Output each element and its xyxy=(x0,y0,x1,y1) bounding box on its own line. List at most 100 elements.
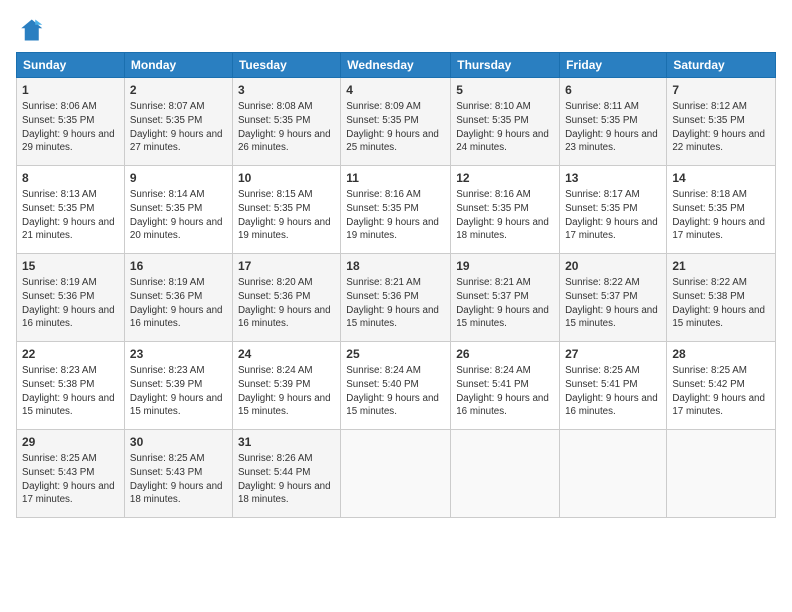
day-info: Sunrise: 8:24 AMSunset: 5:41 PMDaylight:… xyxy=(456,364,554,419)
calendar-cell: 10 Sunrise: 8:15 AMSunset: 5:35 PMDayligh… xyxy=(232,166,340,254)
logo xyxy=(16,16,48,44)
col-header-saturday: Saturday xyxy=(667,53,776,78)
day-info: Sunrise: 8:23 AMSunset: 5:38 PMDaylight:… xyxy=(22,364,119,419)
calendar-week-4: 22 Sunrise: 8:23 AMSunset: 5:38 PMDayligh… xyxy=(17,342,776,430)
day-number: 15 xyxy=(22,258,119,274)
day-number: 24 xyxy=(238,346,335,362)
calendar-cell: 26 Sunrise: 8:24 AMSunset: 5:41 PMDayligh… xyxy=(451,342,560,430)
calendar-cell xyxy=(560,430,667,518)
day-number: 26 xyxy=(456,346,554,362)
day-info: Sunrise: 8:24 AMSunset: 5:40 PMDaylight:… xyxy=(346,364,445,419)
calendar-cell: 17Sunrise: 8:20 AMSunset: 5:36 PMDayligh… xyxy=(232,254,340,342)
day-number: 18 xyxy=(346,258,445,274)
calendar-cell: 3 Sunrise: 8:08 AMSunset: 5:35 PMDaylight… xyxy=(232,78,340,166)
day-number: 28 xyxy=(672,346,770,362)
day-info: Sunrise: 8:15 AMSunset: 5:35 PMDaylight:… xyxy=(238,188,335,243)
calendar-cell: 2Sunrise: 8:07 AMSunset: 5:35 PMDaylight… xyxy=(124,78,232,166)
calendar-week-3: 15 Sunrise: 8:19 AMSunset: 5:36 PMDayligh… xyxy=(17,254,776,342)
day-number: 29 xyxy=(22,434,119,450)
day-info: Sunrise: 8:19 AMSunset: 5:36 PMDaylight:… xyxy=(130,276,227,331)
day-number: 21 xyxy=(672,258,770,274)
col-header-thursday: Thursday xyxy=(451,53,560,78)
day-number: 31 xyxy=(238,434,335,450)
day-number: 25 xyxy=(346,346,445,362)
day-info: Sunrise: 8:08 AMSunset: 5:35 PMDaylight:… xyxy=(238,100,335,155)
day-number: 22 xyxy=(22,346,119,362)
calendar-cell: 27Sunrise: 8:25 AMSunset: 5:41 PMDayligh… xyxy=(560,342,667,430)
day-number: 5 xyxy=(456,82,554,98)
day-number: 3 xyxy=(238,82,335,98)
header xyxy=(16,16,776,44)
day-number: 19 xyxy=(456,258,554,274)
day-info: Sunrise: 8:19 AMSunset: 5:36 PMDaylight:… xyxy=(22,276,119,331)
calendar-cell: 14 Sunrise: 8:18 AMSunset: 5:35 PMDayligh… xyxy=(667,166,776,254)
day-info: Sunrise: 8:22 AMSunset: 5:38 PMDaylight:… xyxy=(672,276,770,331)
page: SundayMondayTuesdayWednesdayThursdayFrid… xyxy=(0,0,792,612)
day-number: 30 xyxy=(130,434,227,450)
col-header-sunday: Sunday xyxy=(17,53,125,78)
day-number: 6 xyxy=(565,82,661,98)
calendar-cell: 16Sunrise: 8:19 AMSunset: 5:36 PMDayligh… xyxy=(124,254,232,342)
day-info: Sunrise: 8:10 AMSunset: 5:35 PMDaylight:… xyxy=(456,100,554,155)
calendar-cell: 21 Sunrise: 8:22 AMSunset: 5:38 PMDayligh… xyxy=(667,254,776,342)
calendar-header-row: SundayMondayTuesdayWednesdayThursdayFrid… xyxy=(17,53,776,78)
calendar-cell: 24 Sunrise: 8:24 AMSunset: 5:39 PMDayligh… xyxy=(232,342,340,430)
calendar-table: SundayMondayTuesdayWednesdayThursdayFrid… xyxy=(16,52,776,518)
calendar-week-2: 8 Sunrise: 8:13 AMSunset: 5:35 PMDaylight… xyxy=(17,166,776,254)
calendar-cell xyxy=(341,430,451,518)
day-info: Sunrise: 8:25 AMSunset: 5:41 PMDaylight:… xyxy=(565,364,661,419)
calendar-week-1: 1 Sunrise: 8:06 AMSunset: 5:35 PMDaylight… xyxy=(17,78,776,166)
day-info: Sunrise: 8:13 AMSunset: 5:35 PMDaylight:… xyxy=(22,188,119,243)
col-header-wednesday: Wednesday xyxy=(341,53,451,78)
calendar-cell: 1 Sunrise: 8:06 AMSunset: 5:35 PMDaylight… xyxy=(17,78,125,166)
day-info: Sunrise: 8:21 AMSunset: 5:36 PMDaylight:… xyxy=(346,276,445,331)
day-info: Sunrise: 8:25 AMSunset: 5:42 PMDaylight:… xyxy=(672,364,770,419)
day-info: Sunrise: 8:16 AMSunset: 5:35 PMDaylight:… xyxy=(346,188,445,243)
day-info: Sunrise: 8:23 AMSunset: 5:39 PMDaylight:… xyxy=(130,364,227,419)
day-number: 11 xyxy=(346,170,445,186)
day-number: 12 xyxy=(456,170,554,186)
day-number: 7 xyxy=(672,82,770,98)
day-number: 17 xyxy=(238,258,335,274)
calendar-cell: 30 Sunrise: 8:25 AMSunset: 5:43 PMDayligh… xyxy=(124,430,232,518)
calendar-cell: 19 Sunrise: 8:21 AMSunset: 5:37 PMDayligh… xyxy=(451,254,560,342)
calendar-cell: 18 Sunrise: 8:21 AMSunset: 5:36 PMDayligh… xyxy=(341,254,451,342)
logo-icon xyxy=(16,16,44,44)
calendar-cell: 5 Sunrise: 8:10 AMSunset: 5:35 PMDaylight… xyxy=(451,78,560,166)
day-info: Sunrise: 8:24 AMSunset: 5:39 PMDaylight:… xyxy=(238,364,335,419)
day-info: Sunrise: 8:14 AMSunset: 5:35 PMDaylight:… xyxy=(130,188,227,243)
day-info: Sunrise: 8:12 AMSunset: 5:35 PMDaylight:… xyxy=(672,100,770,155)
day-info: Sunrise: 8:22 AMSunset: 5:37 PMDaylight:… xyxy=(565,276,661,331)
day-number: 8 xyxy=(22,170,119,186)
day-info: Sunrise: 8:16 AMSunset: 5:35 PMDaylight:… xyxy=(456,188,554,243)
col-header-tuesday: Tuesday xyxy=(232,53,340,78)
day-info: Sunrise: 8:18 AMSunset: 5:35 PMDaylight:… xyxy=(672,188,770,243)
calendar-cell: 13 Sunrise: 8:17 AMSunset: 5:35 PMDayligh… xyxy=(560,166,667,254)
day-number: 13 xyxy=(565,170,661,186)
day-number: 1 xyxy=(22,82,119,98)
calendar-cell: 22 Sunrise: 8:23 AMSunset: 5:38 PMDayligh… xyxy=(17,342,125,430)
calendar-cell xyxy=(451,430,560,518)
day-number: 20 xyxy=(565,258,661,274)
calendar-cell: 9Sunrise: 8:14 AMSunset: 5:35 PMDaylight… xyxy=(124,166,232,254)
calendar-cell: 23Sunrise: 8:23 AMSunset: 5:39 PMDayligh… xyxy=(124,342,232,430)
day-info: Sunrise: 8:06 AMSunset: 5:35 PMDaylight:… xyxy=(22,100,119,155)
day-number: 10 xyxy=(238,170,335,186)
day-info: Sunrise: 8:07 AMSunset: 5:35 PMDaylight:… xyxy=(130,100,227,155)
day-info: Sunrise: 8:17 AMSunset: 5:35 PMDaylight:… xyxy=(565,188,661,243)
calendar-cell: 11 Sunrise: 8:16 AMSunset: 5:35 PMDayligh… xyxy=(341,166,451,254)
calendar-cell: 29 Sunrise: 8:25 AMSunset: 5:43 PMDayligh… xyxy=(17,430,125,518)
calendar-cell: 8 Sunrise: 8:13 AMSunset: 5:35 PMDaylight… xyxy=(17,166,125,254)
calendar-cell: 12 Sunrise: 8:16 AMSunset: 5:35 PMDayligh… xyxy=(451,166,560,254)
day-info: Sunrise: 8:25 AMSunset: 5:43 PMDaylight:… xyxy=(22,452,119,507)
day-number: 14 xyxy=(672,170,770,186)
calendar-cell: 20 Sunrise: 8:22 AMSunset: 5:37 PMDayligh… xyxy=(560,254,667,342)
calendar-cell: 6 Sunrise: 8:11 AMSunset: 5:35 PMDaylight… xyxy=(560,78,667,166)
day-info: Sunrise: 8:26 AMSunset: 5:44 PMDaylight:… xyxy=(238,452,335,507)
day-info: Sunrise: 8:25 AMSunset: 5:43 PMDaylight:… xyxy=(130,452,227,507)
day-number: 4 xyxy=(346,82,445,98)
day-info: Sunrise: 8:21 AMSunset: 5:37 PMDaylight:… xyxy=(456,276,554,331)
col-header-monday: Monday xyxy=(124,53,232,78)
calendar-cell: 31 Sunrise: 8:26 AMSunset: 5:44 PMDayligh… xyxy=(232,430,340,518)
day-info: Sunrise: 8:11 AMSunset: 5:35 PMDaylight:… xyxy=(565,100,661,155)
